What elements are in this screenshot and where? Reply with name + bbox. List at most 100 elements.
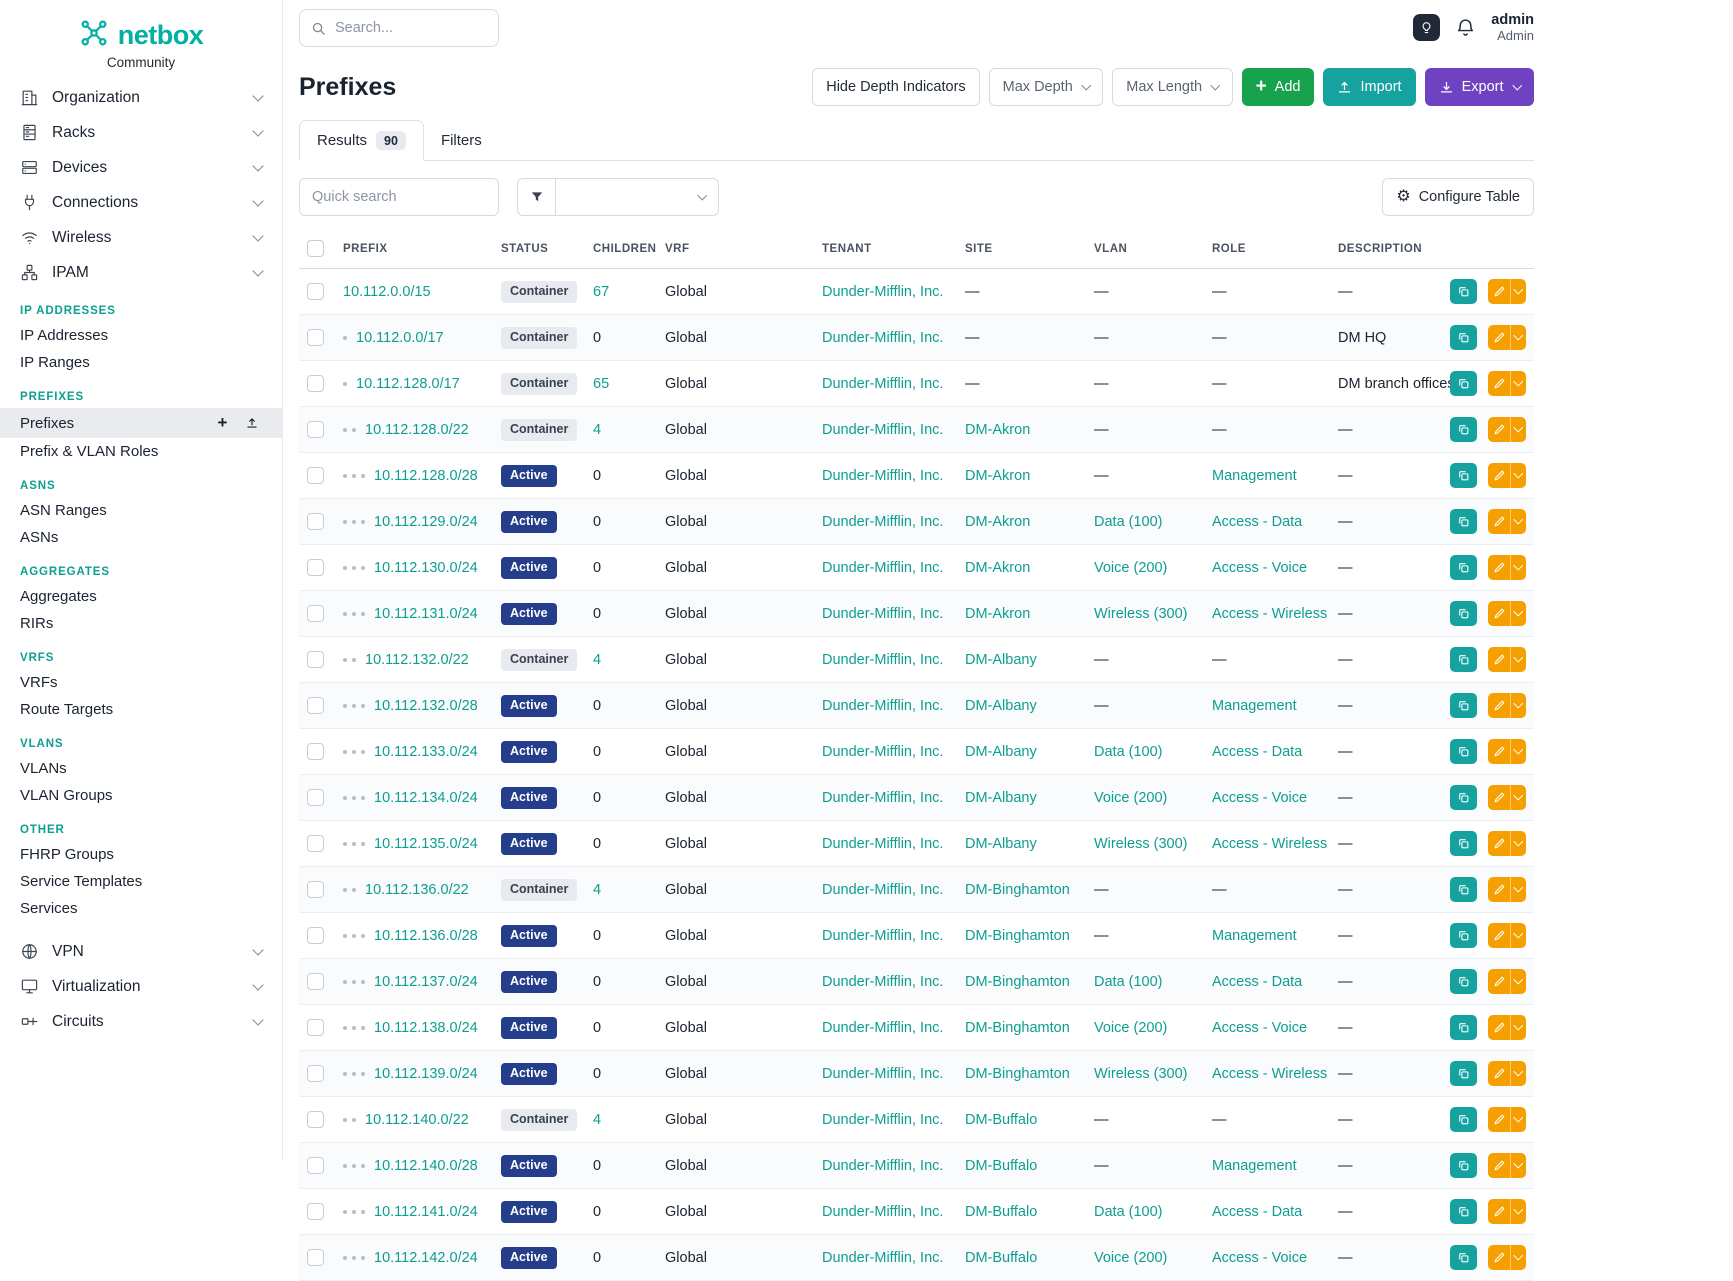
copy-button[interactable] xyxy=(1450,1153,1477,1178)
edit-dropdown-caret[interactable] xyxy=(1510,1245,1522,1270)
role-link[interactable]: Access - Data xyxy=(1212,514,1302,530)
children-count-link[interactable]: 4 xyxy=(593,422,601,438)
site-link[interactable]: DM-Albany xyxy=(965,836,1037,852)
edit-dropdown-caret[interactable] xyxy=(1510,785,1522,810)
edit-dropdown-caret[interactable] xyxy=(1510,371,1522,396)
prefix-link[interactable]: 10.112.133.0/24 xyxy=(374,744,478,760)
site-link[interactable]: DM-Binghamton xyxy=(965,928,1070,944)
edit-dropdown-caret[interactable] xyxy=(1510,831,1522,856)
copy-button[interactable] xyxy=(1450,969,1477,994)
edit-button[interactable] xyxy=(1488,509,1527,534)
sidebar-item-vrfs[interactable]: VRFs xyxy=(0,669,282,696)
role-link[interactable]: Access - Voice xyxy=(1212,560,1307,576)
global-search-box[interactable] xyxy=(299,9,499,47)
sidebar-item-ip-ranges[interactable]: IP Ranges xyxy=(0,349,282,376)
row-checkbox[interactable] xyxy=(307,651,324,668)
filter-funnel-button[interactable] xyxy=(517,178,556,216)
site-link[interactable]: DM-Akron xyxy=(965,422,1030,438)
edit-button[interactable] xyxy=(1488,601,1527,626)
edit-button[interactable] xyxy=(1488,1107,1527,1132)
prefix-link[interactable]: 10.112.135.0/24 xyxy=(374,836,478,852)
edit-button[interactable] xyxy=(1488,1061,1527,1086)
prefix-link[interactable]: 10.112.140.0/22 xyxy=(365,1112,469,1128)
row-checkbox[interactable] xyxy=(307,1065,324,1082)
column-header-prefix[interactable]: PREFIX xyxy=(335,229,493,269)
row-checkbox[interactable] xyxy=(307,513,324,530)
prefix-link[interactable]: 10.112.141.0/24 xyxy=(374,1204,478,1220)
saved-filter-select[interactable] xyxy=(556,178,719,216)
row-checkbox[interactable] xyxy=(307,375,324,392)
row-checkbox[interactable] xyxy=(307,467,324,484)
tab-results[interactable]: Results 90 xyxy=(299,120,424,161)
children-count-link[interactable]: 4 xyxy=(593,882,601,898)
sidebar-item-ip-addresses[interactable]: IP Addresses xyxy=(0,322,282,349)
sidebar-add-button[interactable]: + xyxy=(212,413,233,433)
copy-button[interactable] xyxy=(1450,831,1477,856)
copy-button[interactable] xyxy=(1450,601,1477,626)
edit-dropdown-caret[interactable] xyxy=(1510,417,1522,442)
sidebar-item-prefix-vlan-roles[interactable]: Prefix & VLAN Roles xyxy=(0,438,282,465)
column-header-role[interactable]: ROLE xyxy=(1204,229,1330,269)
edit-dropdown-caret[interactable] xyxy=(1510,463,1522,488)
prefix-link[interactable]: 10.112.128.0/17 xyxy=(356,376,460,392)
edit-button[interactable] xyxy=(1488,1245,1527,1270)
vlan-link[interactable]: Data (100) xyxy=(1094,744,1163,760)
children-count-link[interactable]: 67 xyxy=(593,284,609,300)
column-header-site[interactable]: SITE xyxy=(957,229,1086,269)
column-header-children[interactable]: CHILDREN xyxy=(585,229,657,269)
site-link[interactable]: DM-Binghamton xyxy=(965,974,1070,990)
edit-button[interactable] xyxy=(1488,417,1527,442)
sidebar-item-circuits[interactable]: Circuits xyxy=(0,1004,282,1039)
sidebar-item-fhrp-groups[interactable]: FHRP Groups xyxy=(0,841,282,868)
edit-button[interactable] xyxy=(1488,325,1527,350)
global-search-input[interactable] xyxy=(335,20,487,36)
vlan-link[interactable]: Wireless (300) xyxy=(1094,1066,1187,1082)
site-link[interactable]: DM-Akron xyxy=(965,606,1030,622)
prefix-link[interactable]: 10.112.132.0/28 xyxy=(374,698,478,714)
tenant-link[interactable]: Dunder-Mifflin, Inc. xyxy=(822,698,943,714)
copy-button[interactable] xyxy=(1450,463,1477,488)
role-link[interactable]: Access - Voice xyxy=(1212,1020,1307,1036)
column-header-vrf[interactable]: VRF xyxy=(657,229,814,269)
prefix-link[interactable]: 10.112.0.0/17 xyxy=(356,330,444,346)
tenant-link[interactable]: Dunder-Mifflin, Inc. xyxy=(822,514,943,530)
edit-dropdown-caret[interactable] xyxy=(1510,1061,1522,1086)
row-checkbox[interactable] xyxy=(307,835,324,852)
import-button[interactable]: Import xyxy=(1323,68,1415,106)
vlan-link[interactable]: Voice (200) xyxy=(1094,790,1167,806)
prefix-link[interactable]: 10.112.138.0/24 xyxy=(374,1020,478,1036)
sidebar-item-racks[interactable]: Racks xyxy=(0,115,282,150)
site-link[interactable]: DM-Buffalo xyxy=(965,1112,1037,1128)
edit-dropdown-caret[interactable] xyxy=(1510,601,1522,626)
prefix-link[interactable]: 10.112.131.0/24 xyxy=(374,606,478,622)
row-checkbox[interactable] xyxy=(307,329,324,346)
select-all-checkbox[interactable] xyxy=(307,240,324,257)
prefix-link[interactable]: 10.112.136.0/22 xyxy=(365,882,469,898)
edit-button[interactable] xyxy=(1488,877,1527,902)
site-link[interactable]: DM-Buffalo xyxy=(965,1250,1037,1266)
role-link[interactable]: Management xyxy=(1212,698,1297,714)
edit-dropdown-caret[interactable] xyxy=(1510,325,1522,350)
sidebar-item-service-templates[interactable]: Service Templates xyxy=(0,868,282,895)
edit-button[interactable] xyxy=(1488,693,1527,718)
copy-button[interactable] xyxy=(1450,417,1477,442)
vlan-link[interactable]: Data (100) xyxy=(1094,514,1163,530)
tenant-link[interactable]: Dunder-Mifflin, Inc. xyxy=(822,1066,943,1082)
role-link[interactable]: Access - Voice xyxy=(1212,1250,1307,1266)
edit-button[interactable] xyxy=(1488,785,1527,810)
role-link[interactable]: Access - Wireless xyxy=(1212,1066,1327,1082)
copy-button[interactable] xyxy=(1450,1107,1477,1132)
prefix-link[interactable]: 10.112.129.0/24 xyxy=(374,514,478,530)
sidebar-item-asn-ranges[interactable]: ASN Ranges xyxy=(0,497,282,524)
tenant-link[interactable]: Dunder-Mifflin, Inc. xyxy=(822,790,943,806)
sidebar-item-aggregates[interactable]: Aggregates xyxy=(0,583,282,610)
prefix-link[interactable]: 10.112.130.0/24 xyxy=(374,560,478,576)
tenant-link[interactable]: Dunder-Mifflin, Inc. xyxy=(822,1250,943,1266)
vlan-link[interactable]: Wireless (300) xyxy=(1094,606,1187,622)
tenant-link[interactable]: Dunder-Mifflin, Inc. xyxy=(822,928,943,944)
edit-dropdown-caret[interactable] xyxy=(1510,1015,1522,1040)
vlan-link[interactable]: Voice (200) xyxy=(1094,1020,1167,1036)
row-checkbox[interactable] xyxy=(307,283,324,300)
edit-dropdown-caret[interactable] xyxy=(1510,1107,1522,1132)
vlan-link[interactable]: Voice (200) xyxy=(1094,560,1167,576)
